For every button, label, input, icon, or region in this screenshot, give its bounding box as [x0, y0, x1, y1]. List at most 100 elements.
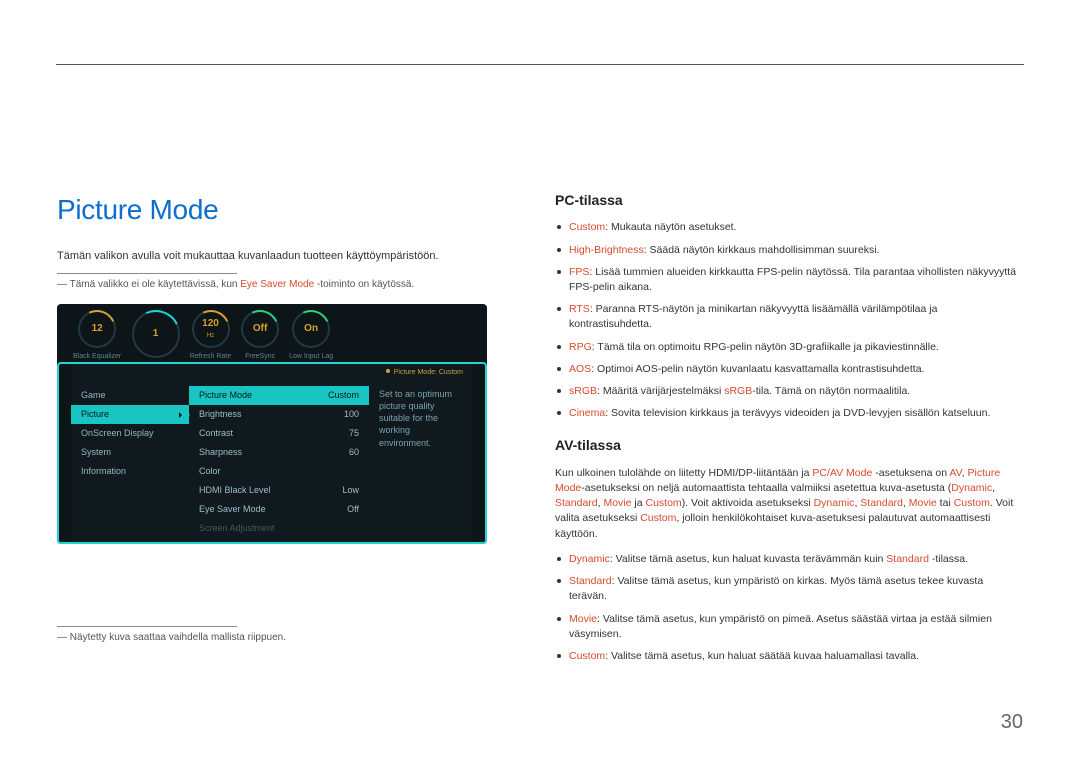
- list-item: Cinema: Sovita television kirkkaus ja te…: [555, 406, 1023, 421]
- page-title: Picture Mode: [57, 190, 527, 231]
- osd-edge-right: [473, 362, 487, 544]
- keyword: Standard: [886, 553, 929, 565]
- intro-text: Tämän valikon avulla voit mukauttaa kuva…: [57, 249, 527, 265]
- footnote-rule-2: [57, 626, 237, 627]
- setting-label: Color: [199, 465, 221, 478]
- dial-label: FreeSync: [245, 352, 275, 362]
- dial-value: On: [304, 322, 318, 337]
- list-item: Custom: Mukauta näytön asetukset.: [555, 220, 1023, 235]
- setting-label: Picture Mode: [199, 389, 252, 402]
- osd-help-text: Set to an optimum picture quality suitab…: [369, 384, 473, 538]
- keyword: Standard: [555, 497, 598, 509]
- footnote-rule-1: [57, 273, 237, 274]
- dial-value: 120: [202, 317, 219, 332]
- dial-label: Refresh Rate: [190, 352, 231, 362]
- dial-label: Black Equalizer: [73, 352, 121, 362]
- keyword: sRGB: [724, 385, 752, 397]
- dial-icon: 12: [78, 310, 116, 348]
- osd-menu-item[interactable]: OnScreen Display: [71, 424, 189, 443]
- keyword: Custom: [954, 497, 990, 509]
- setting-value: 60: [349, 446, 359, 459]
- osd-body: Picture Mode: Custom GamePictureOnScreen…: [71, 362, 473, 544]
- dial-value: Off: [253, 322, 267, 337]
- osd-setting-row[interactable]: Brightness 100: [189, 405, 369, 424]
- setting-label: HDMI Black Level: [199, 484, 271, 497]
- osd-dial: 120Hz Refresh Rate: [190, 310, 231, 362]
- setting-value: Off: [347, 503, 359, 516]
- top-divider: [56, 64, 1024, 65]
- osd-setting-row[interactable]: Color: [189, 462, 369, 481]
- osd-menu-item[interactable]: Picture: [71, 405, 189, 424]
- keyword: Dynamic: [814, 497, 855, 509]
- list-item: Movie: Valitse tämä asetus, kun ympärist…: [555, 612, 1023, 642]
- keyword: PC/AV Mode: [812, 467, 872, 479]
- note2-text: Näytetty kuva saattaa vaihdella mallista…: [70, 632, 286, 643]
- setting-value: Low: [342, 484, 359, 497]
- keyword: Custom: [640, 512, 676, 524]
- osd-setting-row[interactable]: Sharpness 60: [189, 443, 369, 462]
- setting-value: Custom: [328, 389, 359, 402]
- note1-pre: Tämä valikko ei ole käytettävissä, kun: [70, 279, 241, 290]
- keyword: Custom: [569, 650, 605, 662]
- osd-panel: 12Black Equalizer1Response Time120HzRefr…: [57, 304, 487, 544]
- osd-setting-row[interactable]: HDMI Black Level Low: [189, 481, 369, 500]
- osd-dial-row: 12Black Equalizer1Response Time120HzRefr…: [73, 310, 471, 362]
- setting-label: Brightness: [199, 408, 242, 421]
- dial-icon: 1: [132, 310, 180, 358]
- list-item: FPS: Lisää tummien alueiden kirkkautta F…: [555, 265, 1023, 295]
- footnote-1: ― Tämä valikko ei ole käytettävissä, kun…: [57, 278, 527, 293]
- osd-menu-item[interactable]: System: [71, 443, 189, 462]
- osd-setting-row[interactable]: Contrast 75: [189, 424, 369, 443]
- list-item: sRGB: Määritä värijärjestelmäksi sRGB-ti…: [555, 384, 1023, 399]
- pc-mode-heading: PC-tilassa: [555, 190, 1023, 210]
- keyword: Custom: [569, 221, 605, 233]
- osd-left-menu: GamePictureOnScreen DisplaySystemInforma…: [71, 384, 189, 538]
- keyword: RPG: [569, 341, 592, 353]
- osd-setting-row: Screen Adjustment: [189, 519, 369, 538]
- page-content: Picture Mode Tämän valikon avulla voit m…: [57, 190, 1023, 678]
- av-mode-list: Dynamic: Valitse tämä asetus, kun haluat…: [555, 552, 1023, 664]
- note1-suf: -toiminto on käytössä.: [314, 279, 414, 290]
- osd-dial: Off FreeSync: [241, 310, 279, 362]
- dial-label: Low Input Lag: [289, 352, 333, 362]
- keyword: AV: [949, 467, 961, 479]
- osd-menu-item[interactable]: Information: [71, 462, 189, 481]
- av-mode-heading: AV-tilassa: [555, 435, 1023, 455]
- keyword: Standard: [860, 497, 903, 509]
- dial-icon: Off: [241, 310, 279, 348]
- list-item: Dynamic: Valitse tämä asetus, kun haluat…: [555, 552, 1023, 567]
- keyword: Movie: [569, 613, 597, 625]
- osd-setting-row[interactable]: Picture Mode Custom: [189, 386, 369, 405]
- list-item: RPG: Tämä tila on optimoitu RPG-pelin nä…: [555, 340, 1023, 355]
- keyword: AOS: [569, 363, 591, 375]
- osd-menu-item[interactable]: Game: [71, 386, 189, 405]
- list-item: High-Brightness: Säädä näytön kirkkaus m…: [555, 243, 1023, 258]
- list-item: Custom: Valitse tämä asetus, kun haluat …: [555, 649, 1023, 664]
- keyword: Cinema: [569, 407, 605, 419]
- setting-value: 100: [344, 408, 359, 421]
- note1-kw: Eye Saver Mode: [240, 279, 314, 290]
- keyword: sRGB: [569, 385, 597, 397]
- setting-label: Screen Adjustment: [199, 522, 275, 535]
- osd-edge-left: [57, 362, 71, 544]
- dial-unit: Hz: [207, 332, 214, 341]
- keyword: Dynamic: [569, 553, 610, 565]
- list-item: RTS: Paranna RTS-näytön ja minikartan nä…: [555, 302, 1023, 332]
- keyword: FPS: [569, 266, 589, 278]
- osd-columns: GamePictureOnScreen DisplaySystemInforma…: [71, 384, 473, 538]
- keyword: High-Brightness: [569, 244, 644, 256]
- keyword: Movie: [603, 497, 631, 509]
- setting-label: Contrast: [199, 427, 233, 440]
- dial-value: 12: [92, 322, 103, 337]
- av-mode-paragraph: Kun ulkoinen tulolähde on liitetty HDMI/…: [555, 466, 1023, 542]
- osd-setting-row[interactable]: Eye Saver ModeOff: [189, 500, 369, 519]
- list-item: Standard: Valitse tämä asetus, kun ympär…: [555, 574, 1023, 604]
- setting-value: 75: [349, 427, 359, 440]
- keyword: Dynamic: [951, 482, 992, 494]
- pc-mode-list: Custom: Mukauta näytön asetukset. High-Br…: [555, 220, 1023, 421]
- setting-label: Sharpness: [199, 446, 242, 459]
- osd-dial: 12 Black Equalizer: [73, 310, 121, 362]
- footnote-2: ― Näytetty kuva saattaa vaihdella mallis…: [57, 631, 527, 646]
- keyword: RTS: [569, 303, 590, 315]
- page-number: 30: [1001, 708, 1023, 737]
